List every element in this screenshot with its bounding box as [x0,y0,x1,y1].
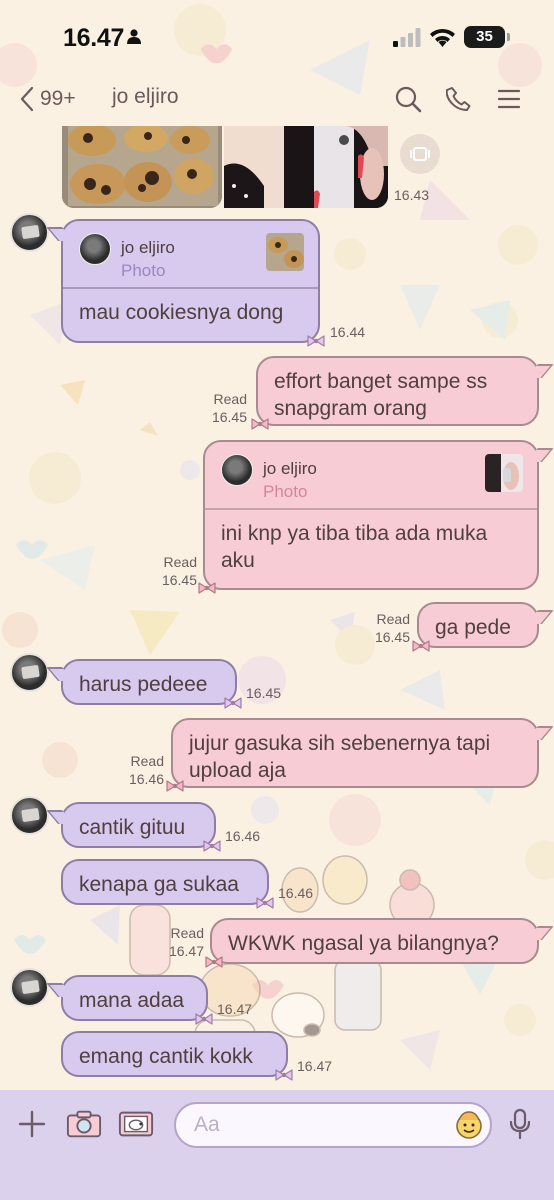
read-receipt: Read [376,611,410,627]
status-bar: 16.47 35 [0,0,554,76]
message-time: 16.46 [225,828,261,844]
bow-icon [412,640,430,652]
message-time: 16.43 [394,187,430,203]
message-bubble-outgoing[interactable]: effort banget sampe ss snapgram orang [251,356,539,430]
reply-thumbnail-image [485,454,523,492]
bow-icon [256,897,274,909]
message-text: ini knp ya tiba tiba ada muka aku [221,522,488,572]
reply-thumbnail-image [266,233,304,271]
voice-button[interactable] [502,1106,538,1142]
photo-selfie[interactable] [224,126,388,208]
cellular-signal-icon [393,28,421,47]
bow-icon [224,697,242,709]
bow-icon [166,780,184,792]
message-list: 16.43 jo eljiro Photo mau cookiesnya don… [0,0,554,1200]
emoji-icon [456,1111,482,1139]
selfie-photo-image [224,126,388,208]
battery-cap [507,33,510,41]
message-text: cantik gituu [79,816,186,839]
reply-avatar [221,454,253,486]
message-time: 16.46 [128,771,164,787]
reply-preview[interactable]: jo eljiro Photo [205,442,537,510]
status-time: 16.47 [63,24,125,52]
share-button[interactable] [400,134,440,174]
message-bubble-outgoing[interactable]: jo eljiro Photo ini knp ya tiba tiba ada… [198,440,539,594]
reply-preview[interactable]: jo eljiro Photo [63,221,318,289]
message-time: 16.45 [211,409,247,425]
reply-type-label: Photo [121,261,166,280]
cookies-photo-image [62,126,222,208]
camera-icon [66,1110,102,1138]
message-input[interactable] [174,1102,492,1148]
message-text: WKWK ngasal ya bilangnya? [228,932,499,955]
call-button[interactable] [442,82,476,116]
reply-avatar [79,233,111,265]
message-bubble-incoming[interactable]: cantik gituu [61,802,221,852]
message-text: jujur gasuka sih sebenernya tapi upload … [189,732,491,782]
share-icon [410,147,430,161]
message-bubble-incoming[interactable]: kenapa ga sukaa [61,859,274,909]
message-text: mana adaa [79,989,185,1012]
contact-avatar[interactable] [10,796,49,835]
bow-icon [251,418,269,430]
gallery-button[interactable] [118,1106,154,1142]
message-text: kenapa ga sukaa [79,873,239,896]
battery-indicator: 35 [464,26,505,48]
read-receipt: Read [170,925,204,941]
message-text: ga pede [435,616,511,639]
message-bubble-outgoing[interactable]: jujur gasuka sih sebenernya tapi upload … [166,718,539,792]
message-time: 16.47 [217,1001,253,1017]
emoji-button[interactable] [454,1110,484,1140]
person-icon [127,29,141,44]
message-text: mau cookiesnya dong [79,301,284,324]
read-receipt: Read [163,554,197,570]
camera-button[interactable] [66,1106,102,1142]
message-bubble-incoming[interactable]: emang cantik kokk [61,1031,293,1081]
read-receipt: Read [213,391,247,407]
message-text: harus pedeee [79,673,208,696]
back-button[interactable]: 99+ [20,84,92,114]
message-bubble-incoming[interactable]: jo eljiro Photo mau cookiesnya dong [61,219,325,347]
plus-icon [18,1110,46,1138]
hamburger-menu-icon [497,89,521,109]
contact-avatar[interactable] [10,653,49,692]
bow-icon [275,1069,293,1081]
add-button[interactable] [14,1106,50,1142]
bow-icon [307,335,325,347]
phone-icon [446,87,471,111]
message-bubble-outgoing[interactable]: WKWK ngasal ya bilangnya? [205,918,539,968]
bow-icon [198,582,216,594]
message-time: 16.45 [161,572,197,588]
message-text: effort banget sampe ss snapgram orang [274,370,488,420]
message-bubble-outgoing[interactable]: ga pede [412,602,539,652]
gallery-icon [118,1111,154,1137]
contact-avatar[interactable] [10,213,49,252]
chevron-left-icon [20,86,34,112]
contact-name[interactable]: jo eljiro [112,85,179,109]
reply-type-label: Photo [263,482,308,501]
message-time: 16.46 [278,885,314,901]
photo-cookies[interactable] [62,126,222,208]
message-bubble-incoming[interactable]: mana adaa [61,975,213,1025]
message-time: 16.47 [297,1058,333,1074]
message-input-bar [0,1090,554,1200]
message-text: emang cantik kokk [79,1045,253,1068]
chat-header: 99+ jo eljiro [0,76,554,122]
message-bubble-incoming[interactable]: harus pedeee [61,659,242,709]
message-time: 16.44 [330,324,366,340]
wifi-icon [430,28,455,47]
bow-icon [205,956,223,968]
contact-avatar[interactable] [10,968,49,1007]
bow-icon [195,1013,213,1025]
unread-count: 99+ [40,87,76,110]
search-icon [395,86,422,113]
message-time: 16.45 [374,629,410,645]
message-time: 16.45 [246,685,282,701]
microphone-icon [509,1108,531,1140]
search-button[interactable] [391,82,425,116]
read-receipt: Read [130,753,164,769]
bow-icon [203,840,221,852]
menu-button[interactable] [492,82,526,116]
message-time: 16.47 [168,943,204,959]
